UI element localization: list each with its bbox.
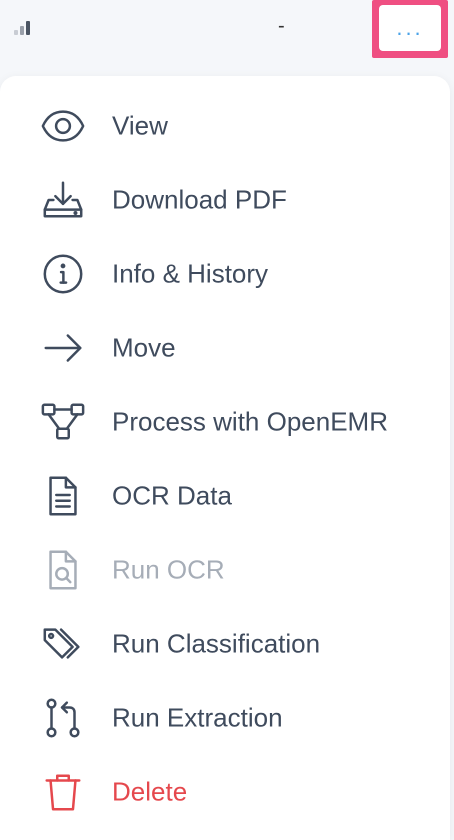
menu-item-label: View xyxy=(112,110,168,141)
menu-item-label: OCR Data xyxy=(112,480,232,511)
menu-item-label: Run Classification xyxy=(112,628,321,659)
document-search-icon xyxy=(40,547,86,593)
menu-item-run-extraction[interactable]: Run Extraction xyxy=(0,681,450,755)
info-icon xyxy=(40,251,86,297)
eye-icon xyxy=(40,103,86,149)
menu-item-info-history[interactable]: Info & History xyxy=(0,237,450,311)
page-title: - xyxy=(278,15,285,37)
arrow-right-icon xyxy=(40,325,86,371)
menu-item-label: Download PDF xyxy=(112,184,287,215)
menu-item-move[interactable]: Move xyxy=(0,311,450,385)
top-bar: - ... xyxy=(0,0,454,64)
download-icon xyxy=(40,177,86,223)
context-menu: View Download PDF Info & History Move Pr… xyxy=(0,76,450,840)
git-pull-request-icon xyxy=(40,695,86,741)
menu-item-label: Delete xyxy=(112,776,188,807)
menu-item-delete[interactable]: Delete xyxy=(0,755,450,829)
menu-item-label: Info & History xyxy=(112,258,269,289)
menu-item-label: Run OCR xyxy=(112,554,225,585)
menu-item-label: Run Extraction xyxy=(112,702,283,733)
workflow-icon xyxy=(40,399,86,445)
menu-item-label: Process with OpenEMR xyxy=(112,406,388,437)
menu-item-run-ocr[interactable]: Run OCR xyxy=(0,533,450,607)
menu-item-label: Move xyxy=(112,332,176,363)
menu-item-process-openemr[interactable]: Process with OpenEMR xyxy=(0,385,450,459)
document-text-icon xyxy=(40,473,86,519)
trash-icon xyxy=(40,769,86,815)
menu-item-ocr-data[interactable]: OCR Data xyxy=(0,459,450,533)
menu-item-download-pdf[interactable]: Download PDF xyxy=(0,163,450,237)
more-button-highlight: ... xyxy=(372,0,448,58)
menu-item-view[interactable]: View xyxy=(0,89,450,163)
more-options-button[interactable]: ... xyxy=(379,5,441,51)
menu-item-run-classification[interactable]: Run Classification xyxy=(0,607,450,681)
tags-icon xyxy=(40,621,86,667)
signal-strength-icon xyxy=(12,17,36,35)
